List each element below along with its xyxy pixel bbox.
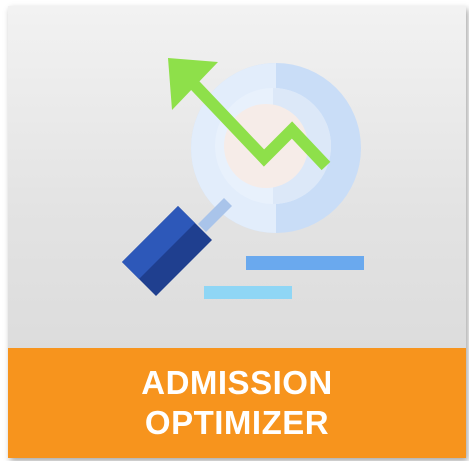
magnifier-trend-up-icon xyxy=(122,58,364,299)
bar-bottom xyxy=(204,286,292,299)
tile-icon-area xyxy=(8,6,466,348)
tile-title-banner: ADMISSION OPTIMIZER xyxy=(8,348,466,458)
tile-title-line-2: OPTIMIZER xyxy=(144,404,330,441)
tile-title-line-1: ADMISSION xyxy=(141,364,333,401)
lens-center xyxy=(224,104,308,188)
bar-top xyxy=(246,256,364,270)
admission-optimizer-tile[interactable]: ADMISSION OPTIMIZER xyxy=(8,6,466,458)
